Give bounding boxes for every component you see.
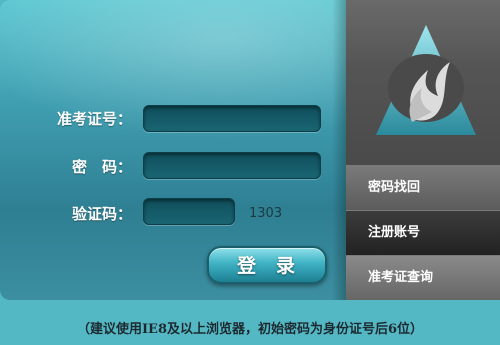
register-account-link[interactable]: 注册账号 (346, 210, 500, 255)
captcha-label: 验证码： (71, 205, 132, 223)
password-recovery-link[interactable]: 密码找回 (346, 165, 500, 210)
side-panel: 密码找回 注册账号 准考证查询 (346, 0, 500, 300)
login-button[interactable]: 登录 (207, 246, 327, 284)
ticket-number-label: 准考证号： (56, 110, 132, 128)
ticket-number-input[interactable] (143, 105, 321, 132)
captcha-code[interactable]: 1303 (249, 206, 282, 221)
logo-area (346, 0, 500, 165)
logo-icon (376, 25, 476, 135)
password-label: 密 码： (71, 158, 132, 176)
captcha-input[interactable] (143, 198, 235, 225)
ticket-query-link[interactable]: 准考证查询 (346, 255, 500, 300)
password-input[interactable] (143, 152, 321, 179)
login-panel: 准考证号： 密 码： 验证码： 1303 登录 (0, 0, 346, 300)
browser-note: （建议使用IE8及以上浏览器，初始密码为身份证号后6位） (76, 322, 424, 337)
